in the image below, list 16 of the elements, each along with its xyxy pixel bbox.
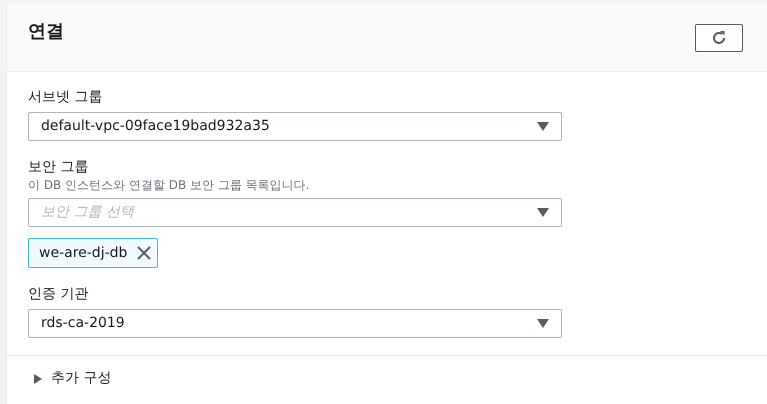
field-label: 인증 기관 (28, 285, 90, 303)
close-icon[interactable] (137, 246, 152, 260)
caret-icon (537, 122, 549, 131)
select-field[interactable]: default-vpc-09face19bad932a35 (28, 112, 562, 141)
field-label: 서브넷 그룹 (28, 88, 104, 106)
expand-triangle-icon[interactable] (33, 374, 43, 384)
field-description: 이 DB 인스턴스와 연결할 DB 보안 그룹 목록입니다. (28, 177, 310, 194)
token-label: we-are-dj-db (39, 244, 128, 262)
select-field[interactable]: rds-ca-2019 (28, 309, 562, 338)
refresh-button[interactable] (695, 24, 743, 52)
field-label: 보안 그룹 (28, 158, 90, 176)
caret-icon (537, 208, 549, 217)
panel-title: 연결 (28, 20, 64, 44)
caret-icon (537, 319, 549, 328)
section-toggle[interactable]: 추가 구성 (51, 368, 112, 389)
refresh-icon (711, 30, 727, 46)
